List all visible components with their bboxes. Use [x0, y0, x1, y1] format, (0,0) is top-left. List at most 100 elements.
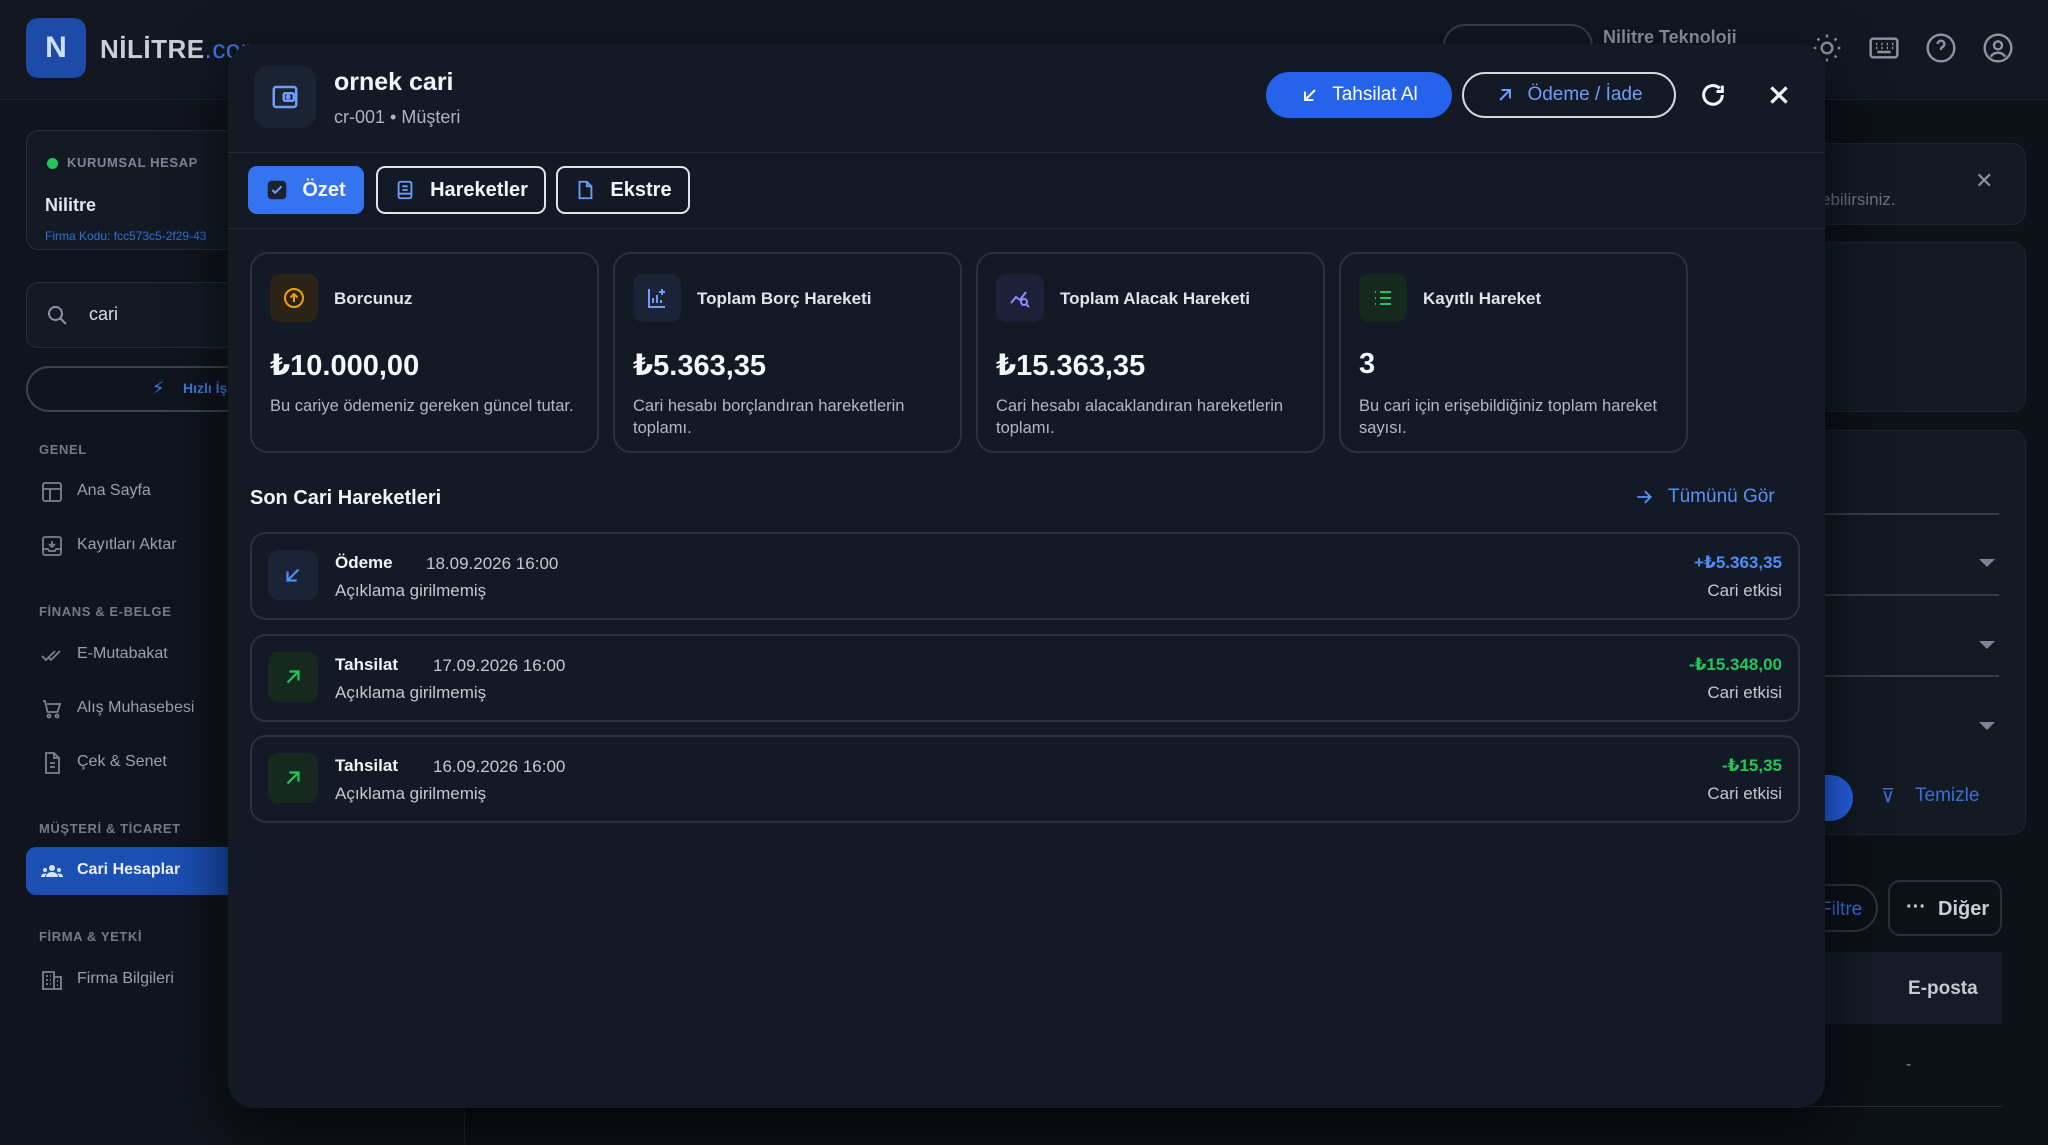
- tabs-divider: [228, 228, 1825, 229]
- tab-summary[interactable]: Özet: [248, 166, 364, 214]
- stat-description: Cari hesabı borçlandıran hareketlerin to…: [633, 397, 905, 437]
- movement-amount: +₺5.363,35: [1694, 553, 1782, 572]
- clear-button[interactable]: Temizle: [1915, 785, 1979, 807]
- help-icon[interactable]: [1925, 32, 1957, 64]
- stat-label: Kayıtlı Hareket: [1423, 289, 1542, 308]
- status-dot: [47, 158, 58, 169]
- movement-row[interactable]: Tahsilat 16.09.2026 16:00 Açıklama giril…: [250, 735, 1800, 823]
- brand-logo[interactable]: N: [26, 18, 86, 78]
- chevron-down-icon[interactable]: [1979, 641, 1995, 649]
- refresh-icon: [1702, 84, 1724, 106]
- tab-label: Ekstre: [610, 178, 672, 201]
- more-button[interactable]: ··· Diğer: [1888, 880, 2002, 936]
- movement-description: Açıklama girilmemiş: [335, 784, 487, 803]
- list-icon: [1359, 274, 1407, 322]
- stat-value: ₺5.363,35: [633, 350, 767, 382]
- stat-card-total-debit: Toplam Borç Hareketi ₺5.363,35 Cari hesa…: [613, 252, 962, 453]
- sidebar-item-label: Kayıtları Aktar: [77, 536, 177, 553]
- arrow-down-left-icon: [268, 550, 318, 600]
- keyboard-icon[interactable]: [1868, 32, 1900, 64]
- stat-description: Bu cari için erişebildiğiniz toplam hare…: [1359, 397, 1658, 437]
- bolt-icon: ⚡: [152, 378, 165, 398]
- payment-refund-button[interactable]: Ödeme / İade: [1462, 72, 1676, 118]
- stat-description: Bu cariye ödemeniz gereken güncel tutar.: [270, 397, 574, 415]
- cart-icon: [43, 700, 62, 719]
- movement-effect-label: Cari etkisi: [1707, 784, 1782, 803]
- section-label-finance: FİNANS & E-BELGE: [39, 604, 172, 619]
- collect-payment-button[interactable]: Tahsilat Al: [1266, 72, 1452, 118]
- quick-actions-label: Hızlı İşl: [183, 380, 232, 396]
- refresh-button[interactable]: [1694, 76, 1732, 114]
- double-check-icon: [41, 650, 61, 662]
- more-dots-icon: ···: [1906, 896, 1926, 918]
- movement-row[interactable]: Tahsilat 17.09.2026 16:00 Açıklama giril…: [250, 634, 1800, 722]
- close-button[interactable]: [1760, 76, 1798, 114]
- table-row-divider: [1790, 1106, 2002, 1107]
- movement-amount: -₺15,35: [1721, 756, 1782, 775]
- import-icon: [42, 536, 62, 556]
- info-banner: ebilirsiniz. ✕: [1790, 143, 2026, 225]
- debt-up-icon: [270, 274, 318, 322]
- modal-subtitle: cr-001 • Müşteri: [334, 107, 461, 127]
- section-label-company: FİRMA & YETKİ: [39, 929, 143, 944]
- movement-date: 17.09.2026 16:00: [433, 656, 566, 675]
- wallet-icon: [254, 66, 316, 128]
- background-card: [1790, 242, 2026, 412]
- header-divider: [228, 152, 1825, 153]
- movement-effect-label: Cari etkisi: [1707, 683, 1782, 702]
- stat-value: ₺15.363,35: [996, 350, 1146, 382]
- info-banner-text: ebilirsiniz.: [1821, 190, 1896, 209]
- close-icon[interactable]: ✕: [1975, 168, 1993, 194]
- section-label-general: GENEL: [39, 442, 87, 457]
- stat-card-debt: Borcunuz ₺10.000,00 Bu cariye ödemeniz g…: [250, 252, 599, 453]
- close-icon: [1770, 86, 1788, 104]
- account-icon[interactable]: [1982, 32, 2014, 64]
- building-icon: [42, 971, 62, 990]
- stat-label: Toplam Borç Hareketi: [697, 289, 872, 308]
- search-icon: [48, 306, 67, 325]
- sidebar-item-label: Alış Muhasebesi: [77, 699, 195, 716]
- chevron-down-icon[interactable]: [1979, 559, 1995, 567]
- account-name: Nilitre: [45, 195, 97, 215]
- stat-label: Toplam Alacak Hareketi: [1060, 289, 1250, 308]
- sidebar-item-label: Firma Bilgileri: [77, 970, 174, 987]
- email-cell: -: [1906, 1056, 1912, 1073]
- see-all-link[interactable]: Tümünü Gör: [1634, 486, 1775, 508]
- stat-card-total-credit: Toplam Alacak Hareketi ₺15.363,35 Cari h…: [976, 252, 1325, 453]
- sidebar-item-label: Çek & Senet: [77, 753, 167, 770]
- filter-panel: ⊽ Temizle: [1790, 430, 2026, 835]
- movement-effect-label: Cari etkisi: [1707, 581, 1782, 600]
- tab-label: Özet: [302, 178, 346, 201]
- tab-statement[interactable]: Ekstre: [556, 166, 690, 214]
- movement-amount: -₺15.348,00: [1688, 655, 1782, 674]
- movement-type: Tahsilat: [335, 655, 398, 674]
- trend-search-icon: [996, 274, 1044, 322]
- recent-movements-title: Son Cari Hareketleri: [250, 487, 442, 509]
- arrow-down-left-icon: [1304, 89, 1316, 101]
- arrow-up-right-icon: [268, 753, 318, 803]
- stat-value: 3: [1359, 348, 1376, 380]
- statement-icon: [579, 180, 593, 200]
- filter-off-icon: ⊽: [1881, 786, 1895, 807]
- brand-letter: N: [45, 31, 67, 64]
- movement-date: 16.09.2026 16:00: [433, 757, 566, 776]
- tab-movements[interactable]: Hareketler: [376, 166, 546, 214]
- stat-value: ₺10.000,00: [270, 350, 420, 382]
- sidebar-item-label: Cari Hesaplar: [77, 861, 181, 878]
- filter-field-line: [1821, 675, 1999, 677]
- filter-label: Filtre: [1820, 899, 1863, 920]
- people-icon: [41, 865, 63, 877]
- document-icon: [45, 752, 60, 774]
- movement-date: 18.09.2026 16:00: [426, 554, 559, 573]
- section-label-customers: MÜŞTERİ & TİCARET: [39, 821, 181, 836]
- movement-type: Ödeme: [335, 553, 393, 572]
- more-label: Diğer: [1938, 898, 1990, 920]
- stat-card-record-count: Kayıtlı Hareket 3 Bu cari için erişebild…: [1339, 252, 1688, 453]
- account-label: KURUMSAL HESAP: [67, 155, 198, 170]
- modal-title: ornek cari: [334, 68, 454, 96]
- movement-row[interactable]: Ödeme 18.09.2026 16:00 Açıklama girilmem…: [250, 532, 1800, 620]
- payment-refund-label: Ödeme / İade: [1527, 84, 1643, 105]
- stat-label: Borcunuz: [334, 289, 413, 308]
- chevron-down-icon[interactable]: [1979, 722, 1995, 730]
- movement-description: Açıklama girilmemiş: [335, 581, 487, 600]
